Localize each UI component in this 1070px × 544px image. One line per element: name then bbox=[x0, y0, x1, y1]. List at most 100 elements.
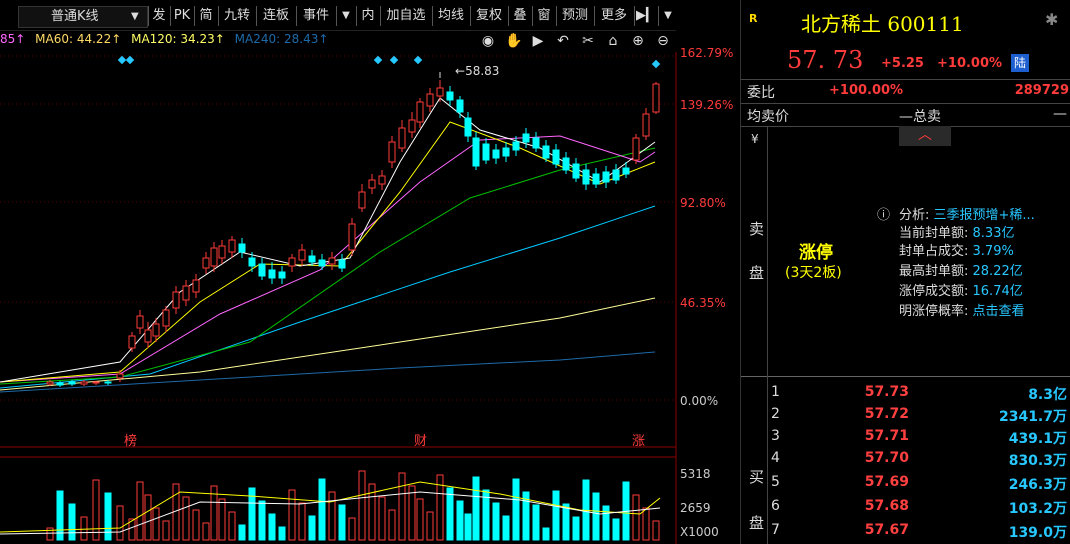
price-axis-label: 92.80% bbox=[680, 196, 726, 210]
probability-link[interactable]: 明涨停概率: 点击查看 bbox=[899, 300, 1025, 319]
candlestick bbox=[378, 170, 386, 190]
ma240-value: MA240: 28.43↑ bbox=[234, 32, 329, 46]
candlestick bbox=[388, 136, 396, 168]
volume-bar bbox=[202, 522, 210, 541]
candlestick bbox=[446, 86, 454, 106]
ma-line bbox=[0, 97, 656, 383]
event-diamond bbox=[389, 55, 399, 65]
high-price-label: ←58.83 bbox=[455, 64, 500, 78]
analysis-line: 封单占成交: 3.79% bbox=[899, 244, 1014, 259]
zoom-out-icon[interactable]: ⊖ bbox=[655, 33, 671, 49]
event-marker-zhang[interactable]: 涨 bbox=[632, 430, 645, 449]
candlestick bbox=[456, 96, 464, 118]
bid-row-4[interactable]: 4 57.70 830.3万 bbox=[741, 450, 1070, 470]
toolbar-item-shijian[interactable]: 事件 bbox=[296, 6, 335, 26]
toolbar-item-pk[interactable]: PK bbox=[170, 6, 193, 26]
volume-bar bbox=[492, 502, 500, 541]
bid-row-1[interactable]: 1 57.73 8.3亿 bbox=[741, 384, 1070, 404]
volume-bar bbox=[328, 491, 336, 541]
toolbar-item-yuce[interactable]: 预测 bbox=[556, 6, 593, 26]
candlestick bbox=[472, 132, 480, 170]
toolbar-item-more[interactable]: 更多 bbox=[594, 6, 633, 26]
events-dropdown-icon[interactable]: ▼ bbox=[336, 6, 355, 26]
volume-bar bbox=[116, 505, 124, 541]
collapse-up-icon[interactable]: ︿ bbox=[899, 126, 951, 146]
lock-icon[interactable]: ⌂ bbox=[605, 33, 621, 49]
volume-bar bbox=[408, 485, 416, 541]
collapse-right-icon[interactable]: ▶▎ bbox=[634, 6, 657, 26]
candlestick bbox=[502, 142, 510, 162]
candlestick bbox=[436, 80, 444, 102]
kline-type-label: 普通K线 bbox=[51, 9, 99, 24]
gear-icon[interactable]: ✱ bbox=[1045, 10, 1058, 29]
weibi-pct: +100.00% bbox=[829, 83, 904, 98]
volume-bar bbox=[104, 492, 112, 541]
toolbar-item-jiuzhuan[interactable]: 九转 bbox=[218, 6, 255, 26]
ask-side-label: 盘 bbox=[749, 264, 765, 282]
play-icon[interactable]: ▶ bbox=[530, 33, 546, 49]
undo-icon[interactable]: ↶ bbox=[555, 33, 571, 49]
analysis-line[interactable]: 分析: 三季报预增+稀... bbox=[899, 204, 1035, 223]
limit-up-days: (3天2板) bbox=[785, 265, 842, 281]
bid-row-7[interactable]: 7 57.67 139.0万 bbox=[741, 522, 1070, 542]
candlestick bbox=[172, 286, 180, 314]
candlestick bbox=[532, 132, 540, 152]
toolbar-item-die[interactable]: 叠 bbox=[508, 6, 531, 26]
toolbar-item-ma[interactable]: 均线 bbox=[432, 6, 469, 26]
toolbar-item-chuang[interactable]: 窗 bbox=[532, 6, 555, 26]
candlestick bbox=[288, 254, 296, 272]
volume-bar bbox=[456, 500, 464, 541]
more-dropdown-icon[interactable]: ▼ bbox=[658, 6, 677, 26]
kline-chart[interactable] bbox=[0, 52, 740, 544]
total-ask-value: — bbox=[1053, 106, 1067, 122]
bid-row-5[interactable]: 5 57.69 246.3万 bbox=[741, 474, 1070, 494]
add-watchlist-button[interactable]: 加自选 bbox=[380, 6, 431, 26]
eye-icon[interactable]: ◉ bbox=[480, 33, 496, 49]
ma120-value: MA120: 34.23↑ bbox=[131, 32, 225, 46]
candlestick bbox=[144, 322, 152, 348]
candlestick bbox=[464, 112, 472, 142]
candlestick bbox=[192, 274, 200, 298]
candlestick bbox=[202, 252, 210, 274]
quote-panel: R 北方稀土 600111 ✱ 57. 73 +5.25 +10.00% 陆 委… bbox=[740, 0, 1070, 544]
price-axis-label: 0.00% bbox=[680, 394, 719, 408]
event-diamond bbox=[125, 55, 135, 65]
current-price: 57. 73 bbox=[787, 46, 864, 74]
candlestick bbox=[582, 164, 590, 190]
candlestick bbox=[278, 266, 286, 284]
volume-bar bbox=[502, 515, 510, 541]
candlestick bbox=[632, 134, 640, 164]
volume-bar bbox=[426, 511, 434, 541]
bid-row-2[interactable]: 2 57.72 2341.7万 bbox=[741, 406, 1070, 426]
candlestick bbox=[552, 144, 560, 168]
volume-bar bbox=[572, 516, 580, 541]
bid-row-6[interactable]: 6 57.68 103.2万 bbox=[741, 498, 1070, 518]
toolbar-item-fa[interactable]: 发 bbox=[148, 6, 169, 26]
toolbar-item-jian[interactable]: 简 bbox=[194, 6, 217, 26]
candlestick bbox=[512, 136, 520, 156]
toolbar-item-nei[interactable]: 内 bbox=[356, 6, 379, 26]
ma-line bbox=[0, 205, 656, 389]
volume-bar bbox=[80, 516, 88, 541]
analysis-line: 最高封单额: 28.22亿 bbox=[899, 264, 1023, 279]
analysis-line: 当前封单额: 8.33亿 bbox=[899, 226, 1015, 241]
toolbar-item-lianban[interactable]: 连板 bbox=[256, 6, 295, 26]
candlestick bbox=[128, 332, 136, 352]
bid-row-3[interactable]: 3 57.71 439.1万 bbox=[741, 428, 1070, 448]
event-marker-bang[interactable]: 榜 bbox=[124, 430, 137, 449]
candlestick bbox=[218, 240, 226, 264]
zoom-in-icon[interactable]: ⊕ bbox=[630, 33, 646, 49]
hand-icon[interactable]: ✋ bbox=[505, 33, 522, 49]
candlestick bbox=[80, 380, 88, 386]
scissors-icon[interactable]: ✂ bbox=[580, 33, 596, 49]
avg-ask-label: 均卖价 bbox=[747, 109, 789, 125]
volume-bar bbox=[288, 489, 296, 541]
candlestick bbox=[592, 168, 600, 188]
candlestick bbox=[298, 244, 306, 266]
kline-type-select[interactable]: 普通K线 ▼ bbox=[18, 6, 148, 28]
toolbar-item-fuquan[interactable]: 复权 bbox=[470, 6, 507, 26]
info-icon[interactable]: ⓘ bbox=[877, 204, 890, 223]
event-marker-cai[interactable]: 财 bbox=[414, 430, 427, 449]
volume-bar bbox=[472, 476, 480, 541]
volume-bar bbox=[652, 520, 660, 541]
